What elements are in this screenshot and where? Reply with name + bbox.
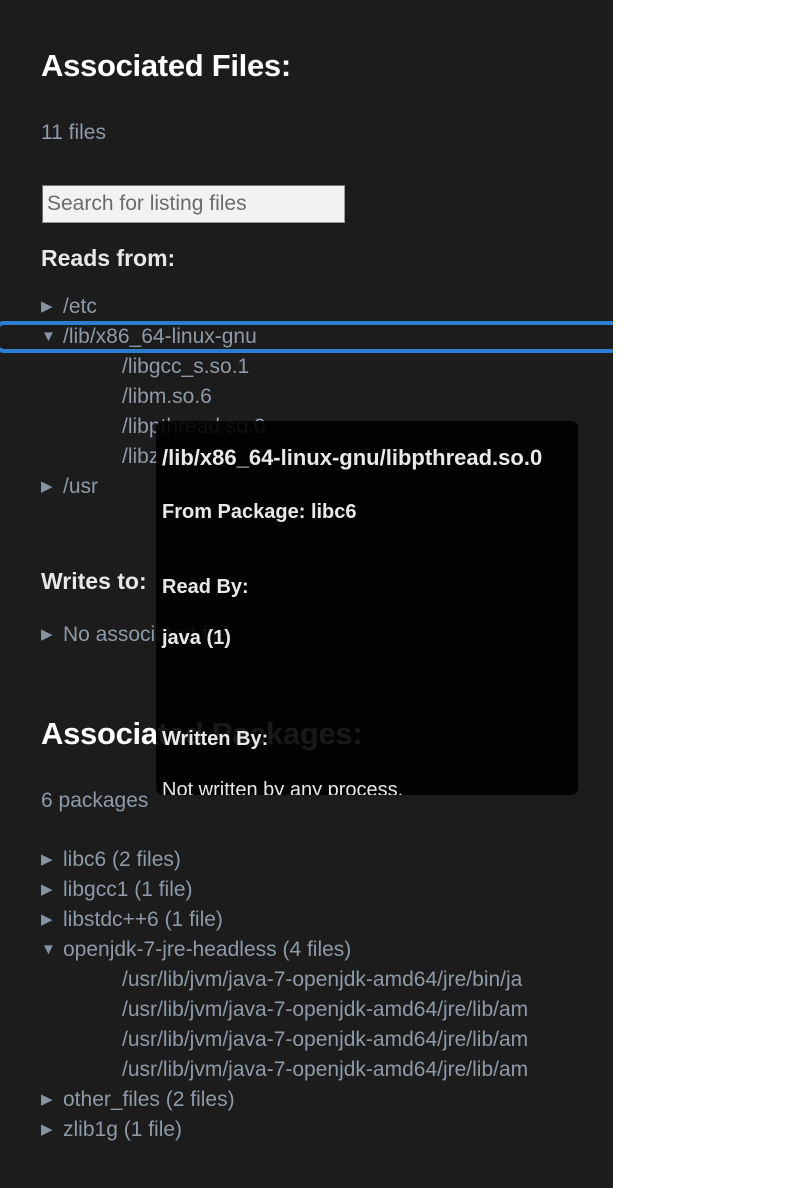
tree-row-label: /libgcc_s.so.1 (122, 355, 250, 378)
triangle-down-icon[interactable]: ▼ (41, 935, 63, 965)
triangle-right-icon[interactable]: ▶ (41, 1085, 63, 1115)
tree-node-row[interactable]: ▶ libstdc++6 (1 file) (0, 905, 613, 935)
tree-row-label: /usr/lib/jvm/java-7-openjdk-amd64/jre/bi… (122, 968, 523, 991)
tree-row-label: /libm.so.6 (122, 385, 212, 408)
tree-file-row[interactable]: /usr/lib/jvm/java-7-openjdk-amd64/jre/li… (0, 995, 613, 1025)
package-count-label: 6 packages (41, 789, 149, 812)
tree-row-label: /usr/lib/jvm/java-7-openjdk-amd64/jre/li… (122, 1058, 529, 1081)
tooltip-package-line: From Package: libc6 (162, 501, 357, 523)
tree-file-row[interactable]: /usr/lib/jvm/java-7-openjdk-amd64/jre/bi… (0, 965, 613, 995)
triangle-right-icon[interactable]: ▶ (41, 875, 63, 905)
tooltip-read-by-item: java (1) (162, 627, 231, 649)
tree-file-row[interactable]: /usr/lib/jvm/java-7-openjdk-amd64/jre/li… (0, 1055, 613, 1085)
tree-row-label: /usr/lib/jvm/java-7-openjdk-amd64/jre/li… (122, 1028, 529, 1051)
tooltip-file-path: /lib/x86_64-linux-gnu/libpthread.so.0 (162, 445, 543, 470)
tree-row-label: /usr/lib/jvm/java-7-openjdk-amd64/jre/li… (122, 998, 529, 1021)
tree-node-row[interactable]: ▶/etc (0, 292, 613, 322)
tree-node-row[interactable]: ▶ zlib1g (1 file) (0, 1115, 613, 1145)
tree-node-row[interactable]: ▼ openjdk-7-jre-headless (4 files) (0, 935, 613, 965)
triangle-right-icon[interactable]: ▶ (41, 620, 63, 650)
tree-node-row[interactable]: ▶ libgcc1 (1 file) (0, 875, 613, 905)
tree-file-row[interactable]: /usr/lib/jvm/java-7-openjdk-amd64/jre/li… (0, 1025, 613, 1055)
associated-packages-tree: ▶ libc6 (2 files) ▶ libgcc1 (1 file) ▶ libstd… (0, 845, 613, 1145)
page-title: Associated Files: (41, 48, 291, 83)
tree-node-row[interactable]: ▼/lib/x86_64-linux-gnu (0, 321, 613, 353)
tree-row-label: openjdk-7-jre-headless (4 files) (63, 938, 352, 961)
tree-node-row[interactable]: ▶ other_files (2 files) (0, 1085, 613, 1115)
triangle-right-icon[interactable]: ▶ (41, 292, 63, 322)
tree-row-label: zlib1g (1 file) (63, 1118, 183, 1141)
triangle-right-icon[interactable]: ▶ (41, 472, 63, 502)
search-input[interactable] (42, 185, 345, 223)
tree-row-label: libgcc1 (1 file) (63, 878, 193, 901)
tooltip-written-by-item: Not written by any process. (162, 779, 404, 795)
associated-files-panel: Associated Files: 11 files Reads from: ▶… (0, 0, 613, 1188)
reads-from-heading: Reads from: (41, 245, 176, 271)
file-count-label: 11 files (41, 121, 106, 144)
tooltip-read-by-heading: Read By: (162, 576, 249, 598)
triangle-right-icon[interactable]: ▶ (41, 1115, 63, 1145)
tree-row-label: libc6 (2 files) (63, 848, 181, 871)
file-details-tooltip: /lib/x86_64-linux-gnu/libpthread.so.0 Fr… (156, 421, 578, 795)
tree-row-label: /lib/x86_64-linux-gnu (63, 325, 257, 348)
tree-row-label: libstdc++6 (1 file) (63, 908, 223, 931)
tree-row-label: /etc (63, 295, 97, 318)
tree-file-row[interactable]: /libgcc_s.so.1 (0, 352, 613, 382)
tree-file-row[interactable]: /libm.so.6 (0, 382, 613, 412)
triangle-right-icon[interactable]: ▶ (41, 905, 63, 935)
writes-to-heading: Writes to: (41, 568, 147, 594)
triangle-right-icon[interactable]: ▶ (41, 845, 63, 875)
tree-row-label: other_files (2 files) (63, 1088, 235, 1111)
tooltip-written-by-heading: Written By: (162, 728, 269, 750)
tree-node-row[interactable]: ▶ libc6 (2 files) (0, 845, 613, 875)
triangle-down-icon[interactable]: ▼ (41, 322, 63, 352)
tree-row-label: /usr (63, 475, 99, 498)
